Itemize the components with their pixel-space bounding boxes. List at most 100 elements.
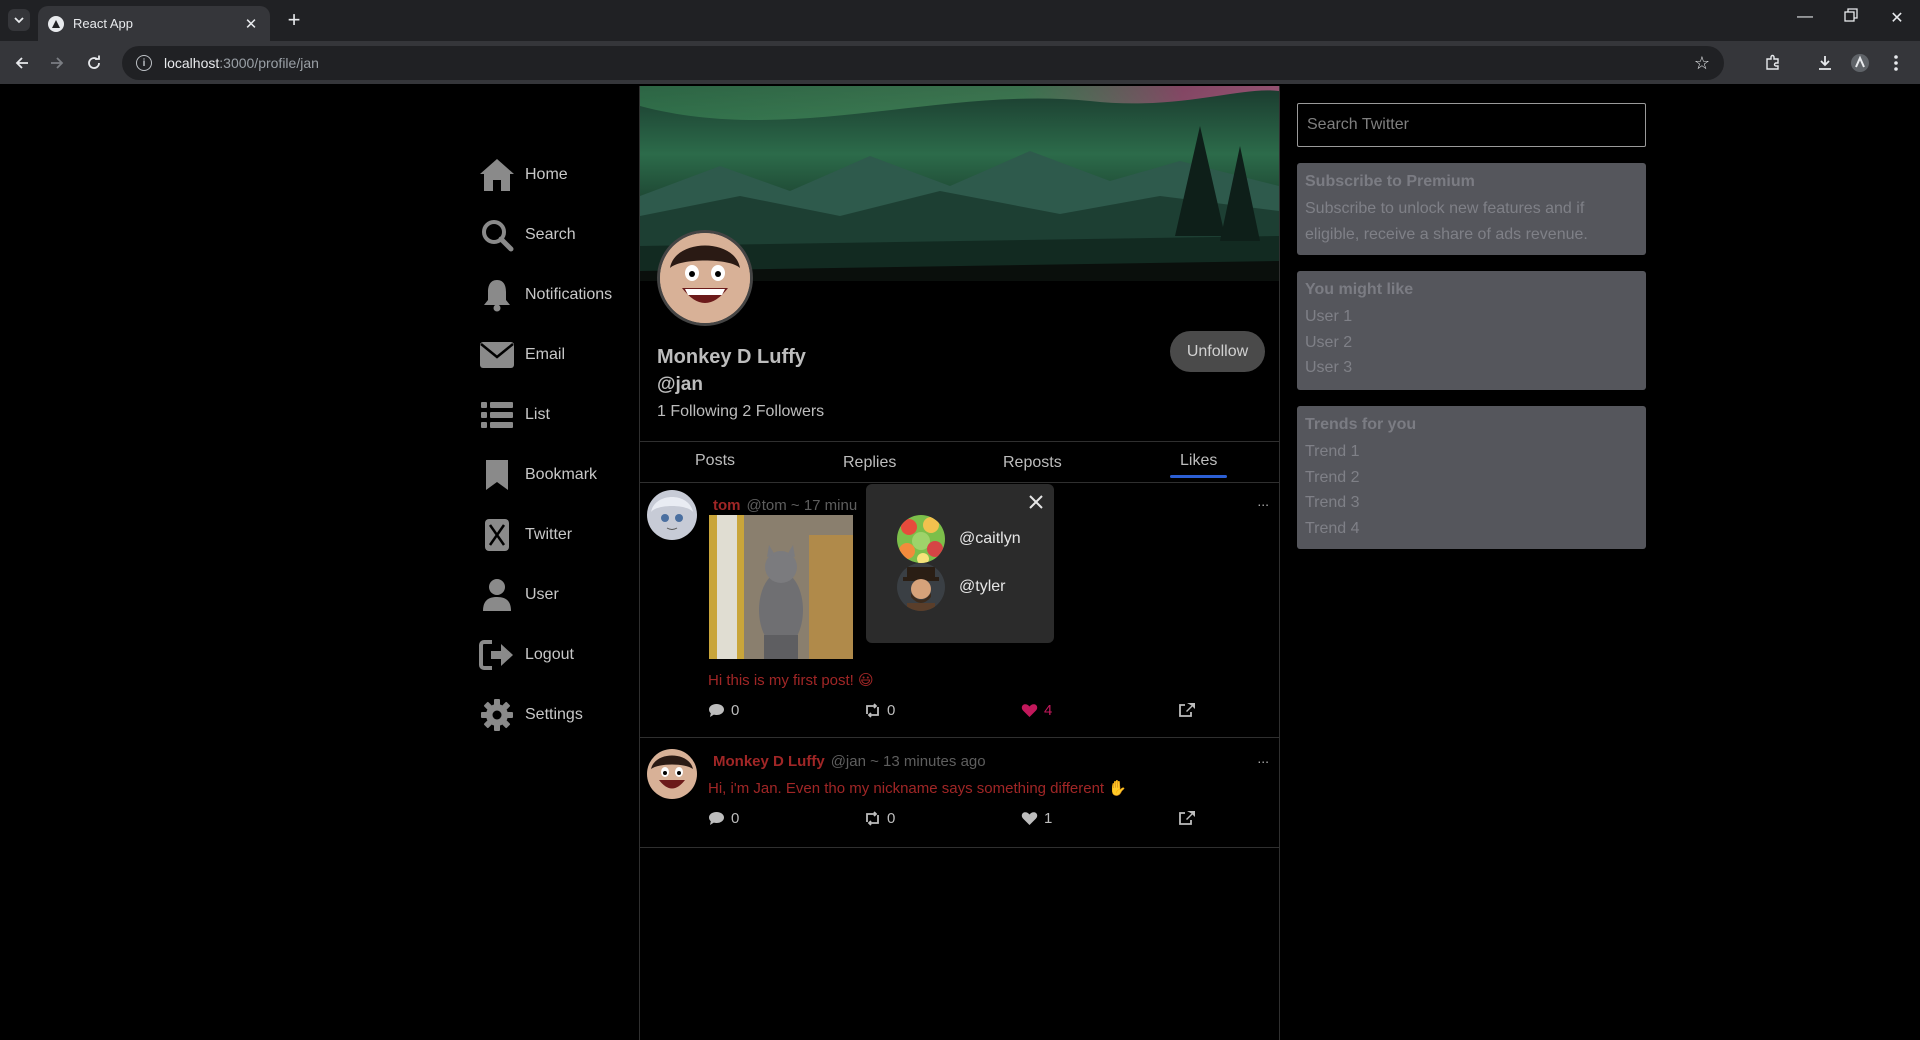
minimize-icon[interactable]: —: [1793, 8, 1817, 26]
repost-count: 0: [887, 810, 896, 827]
nav-item-home[interactable]: Home: [477, 145, 657, 205]
nav-item-twitter[interactable]: Twitter: [477, 505, 657, 565]
profile-avatar-icon[interactable]: [1849, 52, 1871, 74]
repost-icon: [866, 811, 879, 826]
close-window-icon[interactable]: ✕: [1885, 8, 1909, 28]
trends-title: Trends for you: [1305, 416, 1417, 433]
nav-item-notifications[interactable]: Notifications: [477, 265, 657, 325]
tab-reposts[interactable]: Reposts: [1003, 454, 1062, 472]
premium-title: Subscribe to Premium: [1305, 173, 1475, 190]
might-like-title: You might like: [1305, 281, 1414, 298]
trend-item[interactable]: Trend 1: [1305, 439, 1638, 465]
unfollow-button[interactable]: Unfollow: [1170, 331, 1265, 372]
might-like-card: You might like User 1 User 2 User 3: [1297, 271, 1646, 390]
post-actions: 0 0 4: [708, 702, 1198, 722]
tab-close-icon[interactable]: ✕: [242, 15, 260, 33]
post-image[interactable]: [709, 515, 853, 659]
might-like-item[interactable]: User 2: [1305, 330, 1638, 356]
post-author-name[interactable]: Monkey D Luffy: [713, 753, 825, 770]
nav-item-bookmark[interactable]: Bookmark: [477, 445, 657, 505]
close-icon[interactable]: [1027, 493, 1045, 511]
post-author-name[interactable]: tom: [713, 497, 741, 514]
download-icon[interactable]: [1814, 52, 1836, 74]
share-icon: [1179, 703, 1195, 717]
likes-popup: @caitlyn @tyler: [866, 484, 1054, 643]
tab-search-button[interactable]: [8, 9, 30, 31]
browser-tab[interactable]: React App ✕: [38, 6, 270, 41]
liker-row[interactable]: @tyler: [897, 563, 1005, 611]
profile-tabs: Posts Replies Reposts Likes: [640, 441, 1279, 483]
extensions-icon[interactable]: [1762, 52, 1784, 74]
share-button[interactable]: [1178, 702, 1196, 718]
might-like-item[interactable]: User 3: [1305, 355, 1638, 381]
nav-item-user[interactable]: User: [477, 565, 657, 625]
liker-avatar: [897, 515, 945, 563]
address-bar[interactable]: i localhost:3000/profile/jan ☆: [122, 46, 1724, 80]
profile-handle: @jan: [657, 374, 703, 395]
repost-button[interactable]: 0: [864, 702, 895, 719]
repost-icon: [866, 703, 879, 718]
profile-avatar[interactable]: [657, 230, 753, 326]
liker-row[interactable]: @caitlyn: [897, 515, 1021, 563]
comment-icon: [709, 812, 724, 825]
tab-posts[interactable]: Posts: [695, 452, 735, 470]
heart-filled-icon: [1021, 704, 1038, 717]
comment-count: 0: [731, 702, 740, 719]
comment-button[interactable]: 0: [708, 810, 739, 827]
nav-item-email[interactable]: Email: [477, 325, 657, 385]
nav-label: User: [525, 586, 559, 603]
url-path: :3000/profile/jan: [219, 55, 319, 71]
bookmark-icon: [477, 455, 517, 495]
restore-icon[interactable]: [1839, 8, 1863, 27]
user-icon: [477, 575, 517, 615]
profile-name: Monkey D Luffy: [657, 346, 806, 368]
reload-icon[interactable]: [82, 51, 106, 75]
nav-label: Bookmark: [525, 466, 598, 483]
trend-item[interactable]: Trend 3: [1305, 490, 1638, 516]
envelope-icon: [477, 335, 517, 375]
repost-button[interactable]: 0: [864, 810, 895, 827]
liker-avatar: [897, 563, 945, 611]
share-icon: [1179, 811, 1195, 825]
home-icon: [477, 155, 517, 195]
like-count: 4: [1044, 702, 1053, 719]
comment-button[interactable]: 0: [708, 702, 739, 719]
follow-stats[interactable]: 1 Following 2 Followers: [657, 403, 824, 421]
logout-icon: [477, 635, 517, 675]
tab-replies[interactable]: Replies: [843, 454, 896, 472]
share-button[interactable]: [1178, 810, 1196, 826]
nav-item-logout[interactable]: Logout: [477, 625, 657, 685]
like-button[interactable]: 4: [1021, 702, 1052, 719]
post-more-icon[interactable]: ...: [1257, 493, 1269, 509]
gear-icon: [477, 695, 517, 735]
bookmark-star-icon[interactable]: ☆: [1694, 53, 1710, 74]
bell-icon: [477, 275, 517, 315]
back-arrow-icon[interactable]: [10, 51, 34, 75]
chevron-down-icon: [14, 17, 24, 24]
new-tab-button[interactable]: +: [282, 9, 306, 31]
liker-handle: @caitlyn: [959, 530, 1021, 547]
post-more-icon[interactable]: ...: [1257, 750, 1269, 766]
like-button[interactable]: 1: [1021, 810, 1052, 827]
nav-item-search[interactable]: Search: [477, 205, 657, 265]
trends-card: Trends for you Trend 1 Trend 2 Trend 3 T…: [1297, 406, 1646, 549]
nav-label: Home: [525, 166, 568, 183]
post-author-avatar[interactable]: [647, 490, 697, 540]
tab-likes[interactable]: Likes: [1169, 452, 1228, 478]
forward-arrow-icon[interactable]: [45, 51, 69, 75]
nav-label: Logout: [525, 646, 574, 663]
might-like-item[interactable]: User 1: [1305, 304, 1638, 330]
post-text: Hi, i'm Jan. Even tho my nickname says s…: [708, 780, 1127, 797]
nav-item-settings[interactable]: Settings: [477, 685, 657, 745]
nav-item-list[interactable]: List: [477, 385, 657, 445]
site-info-icon[interactable]: i: [136, 55, 152, 71]
premium-card[interactable]: Subscribe to Premium Subscribe to unlock…: [1297, 163, 1646, 255]
react-favicon-icon: [48, 15, 64, 32]
post-item[interactable]: Monkey D Luffy @jan ~ 13 minutes ago ... …: [640, 738, 1279, 848]
trend-item[interactable]: Trend 4: [1305, 516, 1638, 542]
tab-title: React App: [73, 16, 133, 31]
trend-item[interactable]: Trend 2: [1305, 465, 1638, 491]
search-input[interactable]: [1297, 103, 1646, 147]
browser-menu-icon[interactable]: [1885, 52, 1907, 74]
post-author-avatar[interactable]: [647, 749, 697, 799]
